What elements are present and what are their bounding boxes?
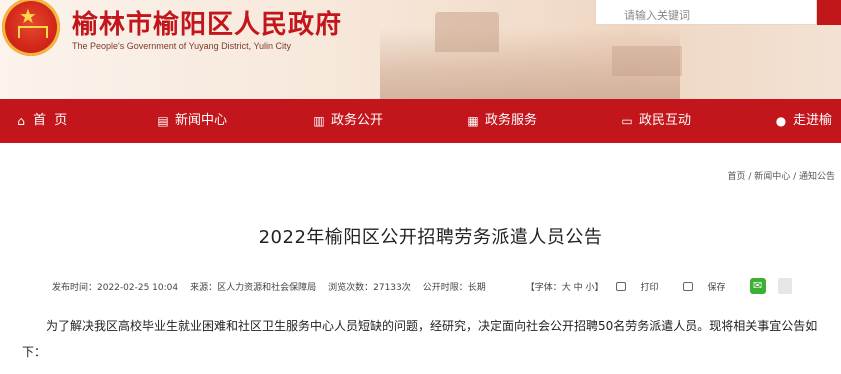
news-icon: ▤ (157, 114, 169, 128)
font-size-switch[interactable]: 【字体：大 中 小】 (526, 280, 604, 293)
star-icon: ★ (19, 4, 37, 28)
nav-item-services[interactable]: ▦ 政务服务 (466, 99, 537, 143)
site-title[interactable]: 榆林市榆阳区人民政府 (72, 4, 342, 41)
breadcrumb[interactable]: 首页 / 新闻中心 / 通知公告 (727, 169, 835, 182)
article-meta: 发布时间：2022-02-25 10:04 来源：区人力资源和社会保障局 浏览次… (52, 278, 804, 294)
nav-item-label: 政务服务 (485, 113, 538, 128)
nav-item-label: 新闻中心 (175, 113, 228, 128)
copy-icon[interactable] (777, 278, 792, 294)
save-icon (682, 281, 693, 291)
view-count: 浏览次数：27133次 (328, 282, 411, 293)
save-label: 保存 (707, 282, 726, 293)
nav-item-home[interactable]: ⌂ 首 页 (14, 99, 67, 143)
nav-item-label: 政民互动 (639, 113, 692, 128)
nav-item-label: 政务公开 (331, 113, 384, 128)
nav-item-news[interactable]: ▤ 新闻中心 (156, 99, 227, 143)
publish-time: 发布时间：2022-02-25 10:04 (52, 282, 179, 293)
header-banner: ★ 榆林市榆阳区人民政府 The People's Government of … (0, 0, 841, 99)
service-icon: ▦ (467, 114, 479, 128)
print-label: 打印 (640, 282, 659, 293)
search-input[interactable]: 请输入关键词 (595, 0, 817, 25)
nav-item-interaction[interactable]: ▭ 政民互动 (620, 99, 691, 143)
book-icon: ▥ (313, 114, 325, 128)
save-button[interactable]: 保存 (682, 280, 738, 293)
search-button[interactable] (817, 0, 841, 25)
nav-item-label: 走进榆 (793, 113, 833, 128)
article-body: 为了解决我区高校毕业生就业困难和社区卫生服务中心人员短缺的问题，经研究，决定面向… (22, 319, 818, 359)
city-tower-graphic (435, 12, 499, 52)
national-emblem-icon: ★ (2, 0, 60, 56)
nav-item-about[interactable]: ● 走进榆 (774, 99, 832, 143)
home-icon: ⌂ (17, 114, 25, 128)
nav-item-label: 首 页 (33, 113, 68, 128)
validity: 公开时限：长期 (422, 282, 486, 293)
source: 来源：区人力资源和社会保障局 (190, 282, 317, 293)
print-button[interactable]: 打印 (615, 280, 671, 293)
page-title: 2022年榆阳区公开招聘劳务派遣人员公告 (258, 227, 603, 248)
main-nav: ⌂ 首 页 ▤ 新闻中心 ▥ 政务公开 ▦ 政务服务 ▭ 政民互动 ● 走进榆 (0, 99, 841, 143)
city-building-graphic (612, 46, 682, 76)
location-icon: ● (775, 114, 787, 128)
gate-icon (18, 26, 48, 38)
chat-icon: ▭ (621, 114, 633, 128)
site-subtitle: The People's Government of Yuyang Distri… (72, 41, 291, 51)
printer-icon (615, 281, 626, 291)
wechat-share-icon[interactable]: ✉ (749, 278, 766, 294)
nav-item-gov-affairs[interactable]: ▥ 政务公开 (312, 99, 383, 143)
